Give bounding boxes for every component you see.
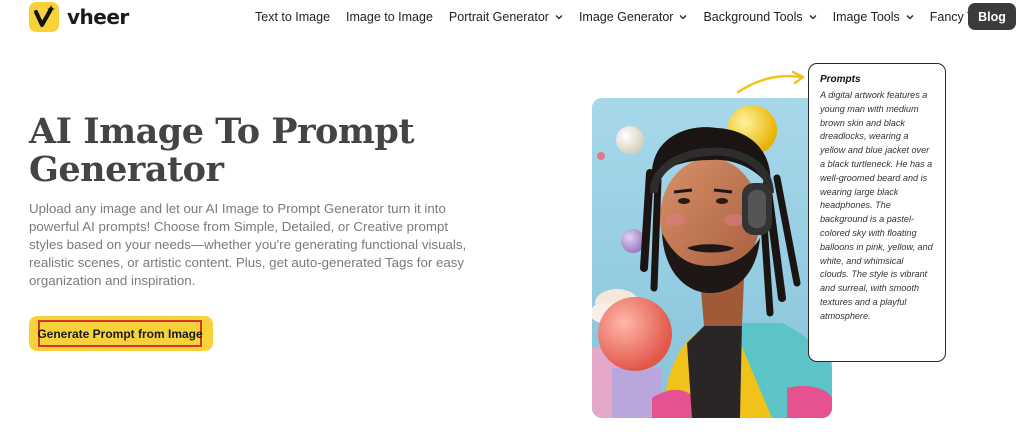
v-sparkle-logo-icon — [29, 2, 59, 32]
nav-text-to-image[interactable]: Text to Image — [255, 10, 330, 24]
nav-image-generator[interactable]: Image Generator — [579, 10, 688, 24]
blog-button[interactable]: Blog — [968, 3, 1016, 30]
prompt-card-text: A digital artwork features a young man w… — [820, 90, 933, 321]
nav-image-to-image[interactable]: Image to Image — [346, 10, 433, 24]
nav-label: Text to Image — [255, 10, 331, 24]
generate-prompt-button[interactable]: Generate Prompt from Image — [37, 320, 203, 347]
nav-label: Background Tools — [703, 10, 803, 24]
nav-label: Image Generator — [578, 10, 674, 24]
main-menu: Text to Image Image to Image Portrait Ge… — [255, 0, 1004, 34]
sample-artwork-image — [592, 98, 832, 418]
brand-logo[interactable]: vheer — [29, 2, 129, 32]
chevron-down-icon — [906, 15, 914, 20]
nav-label: Image Tools — [832, 10, 900, 24]
chevron-down-icon — [555, 15, 563, 20]
nav-background-tools[interactable]: Background Tools — [703, 10, 817, 24]
nav-image-tools[interactable]: Image Tools — [833, 10, 914, 24]
prompt-card-title: Prompts — [820, 74, 861, 85]
chevron-down-icon — [809, 15, 817, 20]
nav-label: Portrait Generator — [448, 10, 549, 24]
brand-name: vheer — [67, 5, 129, 29]
prompt-result-card: Prompts A digital artwork features a you… — [808, 63, 946, 362]
chevron-down-icon — [679, 15, 687, 20]
nav-portrait-generator[interactable]: Portrait Generator — [449, 10, 563, 24]
curved-arrow-icon — [736, 70, 805, 94]
nav-label: Image to Image — [346, 10, 433, 24]
page-title: AI Image To Prompt Generator — [29, 111, 415, 190]
top-navbar: vheer Text to Image Image to Image Portr… — [0, 0, 1024, 34]
hero-description: Upload any image and let our AI Image to… — [29, 201, 467, 288]
